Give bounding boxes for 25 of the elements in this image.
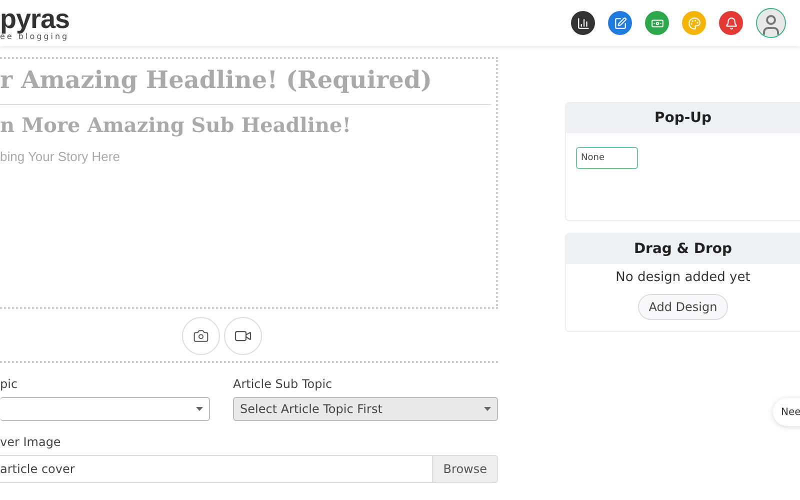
camera-icon <box>193 328 209 344</box>
browse-button[interactable]: Browse <box>432 455 498 483</box>
field-label: pic <box>0 377 19 391</box>
chart-icon[interactable] <box>571 11 595 35</box>
card-title: Pop-Up <box>566 103 800 133</box>
bell-icon[interactable] <box>719 11 743 35</box>
card-title: Drag & Drop <box>566 234 800 264</box>
story-input[interactable]: bing Your Story Here <box>0 141 480 172</box>
file-input[interactable]: article cover <box>0 455 432 483</box>
empty-message: No design added yet <box>616 270 750 285</box>
edit-icon[interactable] <box>608 11 632 35</box>
logo-text[interactable]: pyras <box>0 5 70 33</box>
avatar-button[interactable] <box>756 8 786 38</box>
caret-icon <box>484 407 491 411</box>
field-label: ver Image <box>0 435 62 449</box>
money-icon[interactable] <box>645 11 669 35</box>
add-design-button[interactable]: Add Design <box>638 294 728 320</box>
headline-input[interactable]: r Amazing Headline! (Required) <box>0 59 491 105</box>
popup-input[interactable]: None <box>576 147 638 169</box>
caret-icon <box>196 407 203 411</box>
chat-bubble[interactable]: Nee <box>773 398 800 426</box>
field-label: Article Sub Topic <box>233 377 334 391</box>
sub-headline-input[interactable]: n More Amazing Sub Headline! <box>0 105 480 141</box>
video-button[interactable] <box>224 317 262 355</box>
camera-button[interactable] <box>182 317 220 355</box>
